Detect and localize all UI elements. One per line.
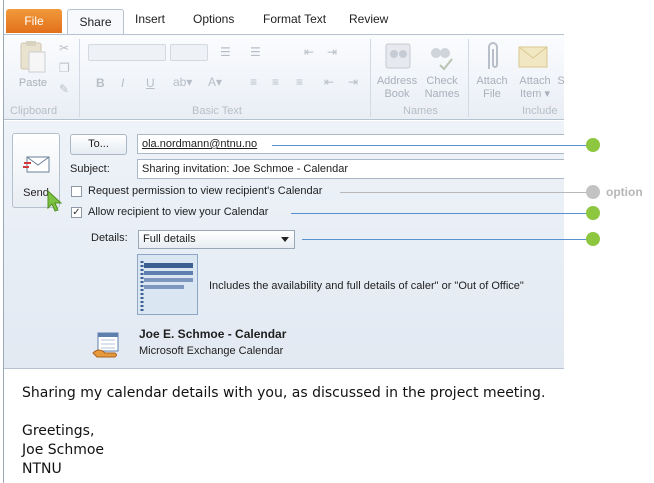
callout-line-details	[302, 239, 590, 240]
calendar-owner-name: Joe E. Schmoe - Calendar	[139, 327, 287, 341]
align-right-icon[interactable]: ≡	[296, 75, 303, 89]
group-basic-text-label: Basic Text	[192, 105, 242, 117]
highlight-icon[interactable]: ab▾	[173, 75, 192, 89]
ribbon: Paste ✂ ❐ ✎ Clipboard ☰ ☰ ⇤ ⇥ B I U ab▾ …	[4, 34, 565, 120]
details-select[interactable]: Full details	[138, 230, 295, 249]
group-include-label: Include	[522, 105, 558, 117]
details-select-value: Full details	[143, 233, 196, 245]
subject-label: Subject:	[70, 163, 110, 175]
to-field[interactable]: ola.nordmann@ntnu.no	[137, 134, 564, 154]
group-separator	[79, 39, 80, 117]
message-window: File Share Insert Options Format Text Re…	[3, 0, 565, 483]
tab-review[interactable]: Review	[349, 12, 388, 26]
cut-icon[interactable]: ✂	[59, 41, 69, 55]
details-description: Includes the availability and full detai…	[209, 280, 524, 292]
decrease-indent-icon[interactable]: ⇤	[324, 75, 334, 89]
body-line: Greetings,	[22, 423, 95, 439]
shared-calendar-icon	[92, 332, 119, 358]
numbering-icon[interactable]: ☰	[250, 45, 261, 59]
chevron-down-icon	[281, 237, 289, 242]
align-center-icon[interactable]: ≡	[272, 75, 279, 89]
calendar-preview-graphic	[140, 261, 193, 313]
paste-icon[interactable]	[18, 40, 48, 74]
message-body[interactable]: Sharing my calendar details with you, as…	[4, 370, 564, 483]
body-line: NTNU	[22, 461, 62, 477]
underline-icon[interactable]: U	[146, 76, 155, 90]
group-separator	[370, 39, 371, 117]
attach-item-label: Attach Item ▾	[519, 75, 551, 100]
tab-insert[interactable]: Insert	[135, 12, 165, 26]
increase-indent-icon[interactable]: ⇥	[348, 75, 358, 89]
italic-icon[interactable]: I	[121, 76, 124, 90]
send-envelope-icon	[23, 156, 50, 173]
tab-format-text[interactable]: Format Text	[263, 12, 326, 26]
attach-file-label: Attach File	[476, 75, 508, 100]
callout-dot-details	[586, 232, 600, 246]
details-label: Details:	[91, 232, 128, 244]
callout-dot-request-permission	[586, 185, 600, 199]
mouse-cursor-icon	[47, 189, 63, 212]
calendar-source: Microsoft Exchange Calendar	[139, 345, 284, 357]
callout-line-to	[272, 145, 592, 146]
callout-dot-allow-recipient	[586, 206, 600, 220]
full-details-calendar-icon	[137, 254, 198, 315]
signature-label: S	[557, 75, 565, 87]
tab-share[interactable]: Share	[67, 9, 124, 35]
check-names-label: Check Names	[424, 75, 460, 100]
font-name-select[interactable]	[88, 44, 166, 61]
outdent-icon[interactable]: ⇥	[327, 45, 337, 59]
allow-recipient-checkbox[interactable]: ✓	[71, 207, 82, 218]
group-names-label: Names	[403, 105, 438, 117]
align-left-icon[interactable]: ≡	[250, 75, 257, 89]
bold-icon[interactable]: B	[96, 76, 105, 90]
body-line: Sharing my calendar details with you, as…	[22, 385, 546, 401]
callout-dot-to	[586, 138, 600, 152]
format-painter-icon[interactable]: ✎	[59, 82, 69, 96]
copy-icon[interactable]: ❐	[59, 61, 70, 75]
body-line: Joe Schmoe	[22, 442, 105, 458]
paperclip-icon[interactable]	[481, 39, 505, 73]
check-names-icon[interactable]	[426, 41, 456, 71]
tab-file[interactable]: File	[6, 9, 62, 33]
address-book-icon[interactable]	[383, 41, 413, 71]
ribbon-tab-strip: File Share Insert Options Format Text Re…	[4, 0, 564, 35]
request-permission-label: Request permission to view recipient's C…	[88, 185, 323, 197]
group-separator	[468, 39, 469, 117]
font-size-select[interactable]	[170, 44, 208, 61]
option-label: option	[606, 185, 643, 199]
subject-field[interactable]: Sharing invitation: Joe Schmoe - Calenda…	[137, 159, 564, 179]
indent-icon[interactable]: ⇤	[304, 45, 314, 59]
group-clipboard-label: Clipboard	[10, 105, 58, 117]
to-button[interactable]: To...	[70, 134, 127, 155]
recipient-address: ola.nordmann@ntnu.no	[142, 138, 258, 150]
request-permission-checkbox[interactable]	[71, 186, 82, 197]
callout-line-allow-recipient	[291, 213, 591, 214]
message-header-form: Send To... ola.nordmann@ntnu.no Subject:…	[4, 121, 564, 369]
bullets-icon[interactable]: ☰	[220, 45, 231, 59]
paste-label: Paste	[18, 77, 48, 89]
font-color-icon[interactable]: A▾	[208, 75, 222, 89]
allow-recipient-label: Allow recipient to view your Calendar	[88, 206, 269, 218]
envelope-icon[interactable]	[518, 44, 550, 70]
address-book-label: Address Book	[376, 75, 418, 100]
tab-options[interactable]: Options	[193, 12, 234, 26]
callout-line-request-permission	[340, 192, 590, 193]
